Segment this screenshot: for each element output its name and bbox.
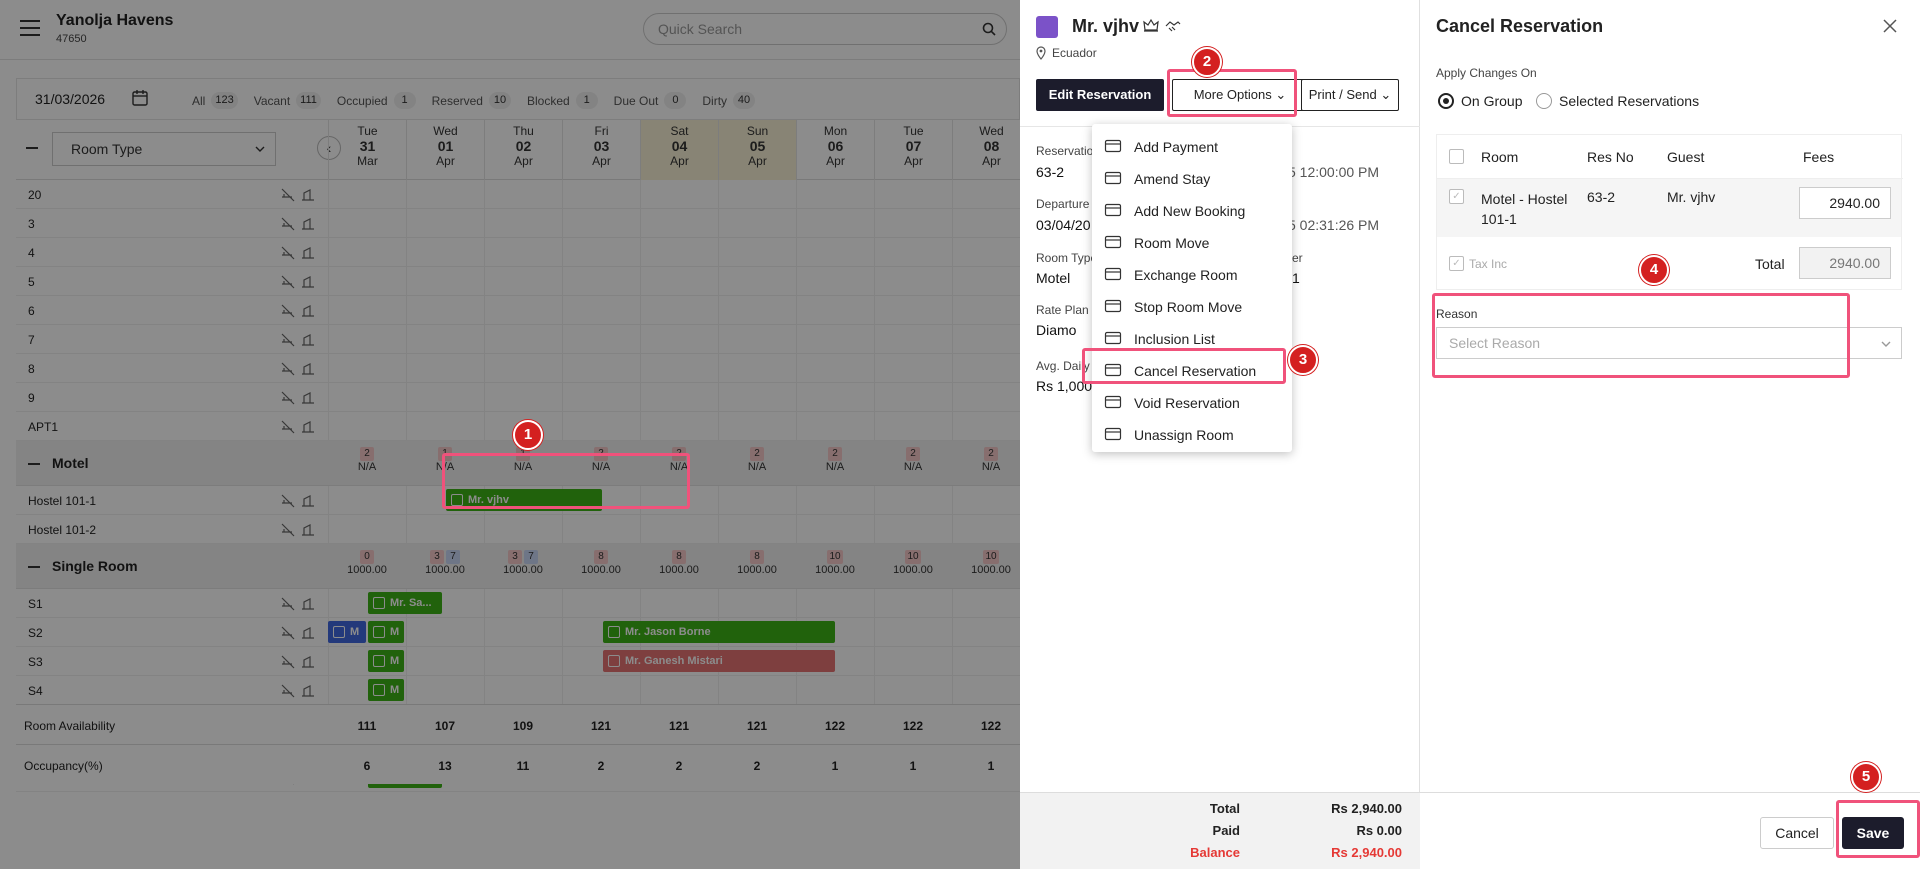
arrival-time: 5 12:00:00 PM	[1288, 164, 1380, 180]
guest-name: Mr. vjhv	[1072, 16, 1140, 36]
row-guest: Mr. vjhv	[1667, 189, 1716, 205]
room-type-value: Motel	[1036, 270, 1071, 286]
room-type-label: Room Type	[1036, 251, 1098, 265]
step-badge-3: 3	[1288, 345, 1318, 375]
table-header: Room Res No Guest Fees	[1437, 135, 1903, 179]
bed-unassign-icon	[1104, 426, 1122, 442]
print-send-label: Print / Send	[1308, 87, 1377, 102]
highlight-more-options	[1167, 69, 1297, 117]
bed-move-icon	[1104, 234, 1122, 250]
departure-value: 03/04/20	[1036, 217, 1091, 233]
highlight-cancel-reservation	[1082, 348, 1286, 384]
menu-item-label: Room Move	[1134, 235, 1210, 251]
menu-item-exchange-room[interactable]: Exchange Room	[1092, 258, 1292, 290]
on-group-radio[interactable]	[1438, 93, 1454, 109]
menu-item-label: Add Payment	[1134, 139, 1219, 155]
step-badge-2: 2	[1192, 47, 1222, 77]
step-badge-4: 4	[1639, 255, 1669, 285]
rate-plan-value: Diamo	[1036, 322, 1077, 338]
row-room-line2: 101-1	[1481, 211, 1517, 227]
panel-title: Cancel Reservation	[1436, 16, 1604, 36]
selected-reservations-radio[interactable]	[1536, 93, 1552, 109]
on-group-label: On Group	[1461, 93, 1523, 109]
location-pin-icon	[1036, 46, 1046, 60]
close-icon[interactable]	[1882, 18, 1898, 34]
bed-exchange-icon	[1104, 266, 1122, 282]
row-checkbox[interactable]: ✓	[1449, 189, 1464, 204]
tax-inc-label: Tax Inc	[1469, 257, 1508, 271]
reservation-totals: Total Rs 2,940.00 Paid Rs 0.00 Balance R…	[1020, 792, 1420, 869]
building-icon	[1036, 16, 1058, 38]
more-options-menu: Add Payment Amend Stay Add New Booking Room…	[1092, 124, 1292, 452]
guest-location: Ecuador	[1052, 46, 1097, 60]
handshake-icon	[1165, 21, 1181, 32]
menu-item-label: Add New Booking	[1134, 203, 1246, 219]
chevron-down-icon: ⌄	[1380, 87, 1392, 102]
menu-item-label: Unassign Room	[1134, 427, 1234, 443]
select-all-checkbox[interactable]	[1449, 149, 1464, 164]
menu-item-label: Amend Stay	[1134, 171, 1211, 187]
void-circle-icon	[1104, 394, 1122, 410]
rate-plan-label: Rate Plan	[1036, 303, 1089, 317]
hand-stop-icon	[1104, 298, 1122, 314]
reservation-value: 63-2	[1036, 164, 1065, 180]
edit-reservation-button[interactable]: Edit Reservation	[1036, 79, 1164, 111]
menu-item-void-reservation[interactable]: Void Reservation	[1092, 386, 1292, 418]
menu-item-room-move[interactable]: Room Move	[1092, 226, 1292, 258]
payment-icon	[1104, 138, 1122, 154]
menu-item-label: Exchange Room	[1134, 267, 1238, 283]
room-number-label: er	[1292, 251, 1303, 265]
balance-label: Balance	[1190, 845, 1240, 860]
total-label: Total	[1755, 256, 1785, 272]
cancel-button[interactable]: Cancel	[1760, 817, 1834, 849]
col-res-no: Res No	[1587, 149, 1634, 165]
fee-input[interactable]: 2940.00	[1799, 187, 1891, 219]
calendar-edit-icon	[1104, 170, 1122, 186]
list-icon	[1104, 330, 1122, 346]
departure-time: 5 02:31:26 PM	[1288, 217, 1380, 233]
total-value: Rs 2,940.00	[1331, 801, 1402, 816]
col-fees: Fees	[1803, 149, 1835, 165]
calendar-add-icon	[1104, 202, 1122, 218]
highlight-booking	[442, 453, 690, 509]
apply-changes-label: Apply Changes On	[1436, 66, 1537, 80]
menu-item-stop-room-move[interactable]: Stop Room Move	[1092, 290, 1292, 322]
col-room: Room	[1481, 149, 1519, 165]
balance-value: Rs 2,940.00	[1331, 845, 1402, 860]
chevron-down-icon	[1881, 341, 1891, 347]
table-row: ✓ Motel - Hostel 101-1 63-2 Mr. vjhv 2940…	[1437, 179, 1901, 237]
reservations-table: Room Res No Guest Fees ✓ Motel - Hostel 1…	[1436, 134, 1903, 290]
departure-label: Departure	[1036, 197, 1090, 211]
step-badge-5: 5	[1851, 762, 1881, 792]
cancel-reservation-panel: Cancel Reservation Apply Changes On On G…	[1420, 0, 1920, 869]
menu-item-label: Void Reservation	[1134, 395, 1240, 411]
menu-item-add-new-booking[interactable]: Add New Booking	[1092, 194, 1292, 226]
crown-icon	[1143, 18, 1159, 32]
menu-item-unassign-room[interactable]: Unassign Room	[1092, 418, 1292, 450]
total-fee-value: 2940.00	[1799, 247, 1891, 279]
room-number-value: 1	[1292, 270, 1300, 286]
paid-label: Paid	[1212, 823, 1240, 838]
highlight-save	[1836, 800, 1920, 858]
row-room-line1: Motel - Hostel	[1481, 191, 1568, 207]
total-label: Total	[1209, 801, 1240, 816]
selected-reservations-label: Selected Reservations	[1559, 93, 1700, 109]
row-room: Motel - Hostel 101-1	[1481, 189, 1567, 229]
paid-value: Rs 0.00	[1356, 823, 1402, 838]
reservation-label: Reservation	[1036, 144, 1101, 158]
modal-backdrop[interactable]	[0, 0, 1020, 869]
highlight-reason	[1432, 293, 1850, 378]
print-send-button[interactable]: Print / Send ⌄	[1301, 79, 1399, 111]
menu-item-add-payment[interactable]: Add Payment	[1092, 130, 1292, 162]
row-res-no: 63-2	[1587, 189, 1616, 205]
step-badge-1: 1	[513, 420, 543, 450]
menu-item-label: Stop Room Move	[1134, 299, 1243, 315]
col-guest: Guest	[1667, 149, 1705, 165]
menu-item-amend-stay[interactable]: Amend Stay	[1092, 162, 1292, 194]
tax-inc-checkbox[interactable]: ✓	[1449, 256, 1464, 271]
menu-item-label: Inclusion List	[1134, 331, 1215, 347]
